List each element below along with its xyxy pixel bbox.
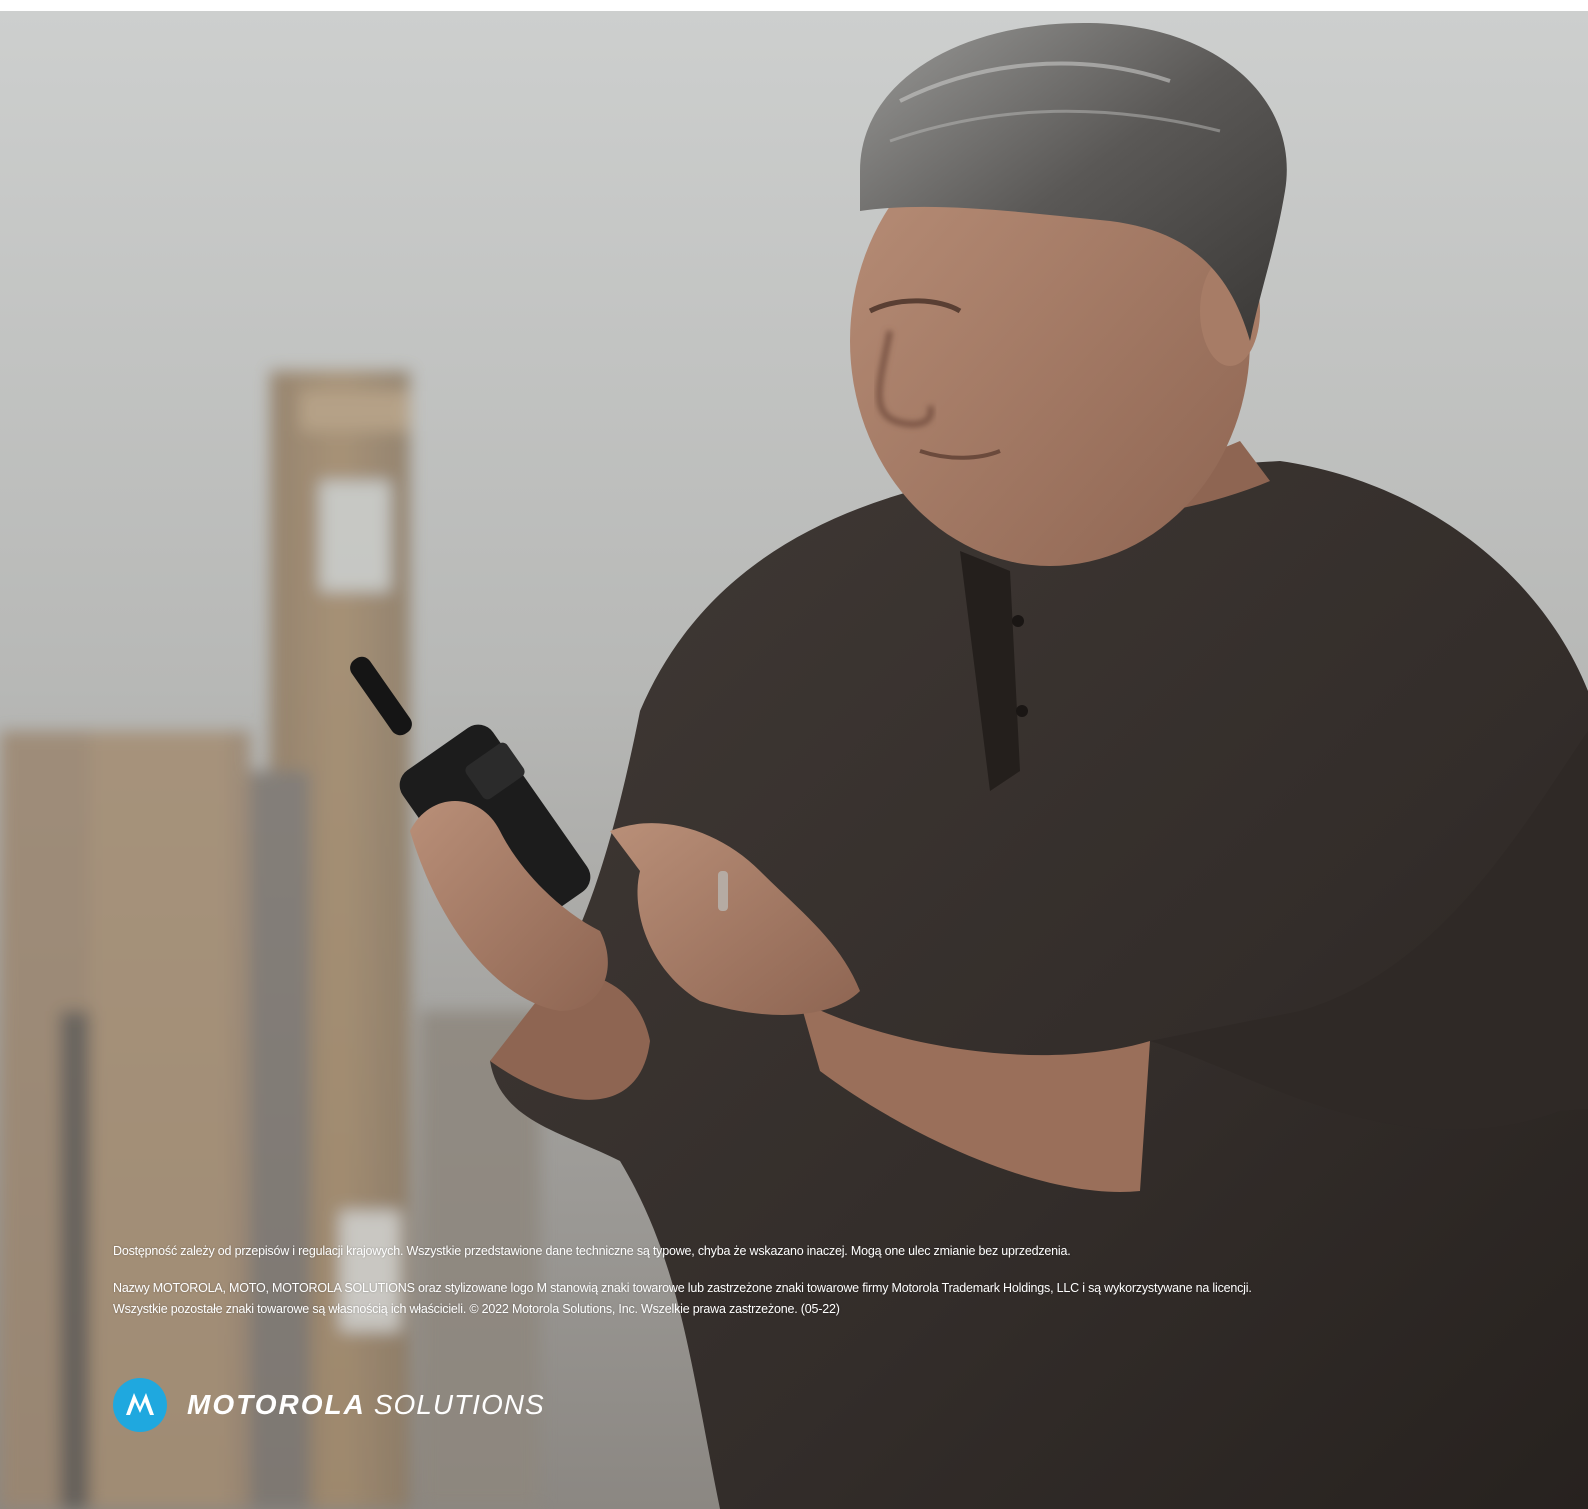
motorola-solutions-logo: MOTOROLA SOLUTIONS: [113, 1378, 545, 1432]
brand-wordmark: MOTOROLA SOLUTIONS: [187, 1389, 545, 1421]
brand-word-solutions: SOLUTIONS: [373, 1389, 545, 1420]
trademark-notice-line-1: Nazwy MOTOROLA, MOTO, MOTOROLA SOLUTIONS…: [113, 1281, 1252, 1295]
trademark-notice-line-2: Wszystkie pozostałe znaki towarowe są wł…: [113, 1302, 840, 1316]
brochure-back-page: Dostępność zależy od przepisów i regulac…: [0, 0, 1588, 1509]
availability-disclaimer: Dostępność zależy od przepisów i regulac…: [113, 1244, 1071, 1258]
brand-word-motorola: MOTOROLA: [187, 1389, 366, 1420]
motorola-batwing-m-icon: [113, 1378, 167, 1432]
